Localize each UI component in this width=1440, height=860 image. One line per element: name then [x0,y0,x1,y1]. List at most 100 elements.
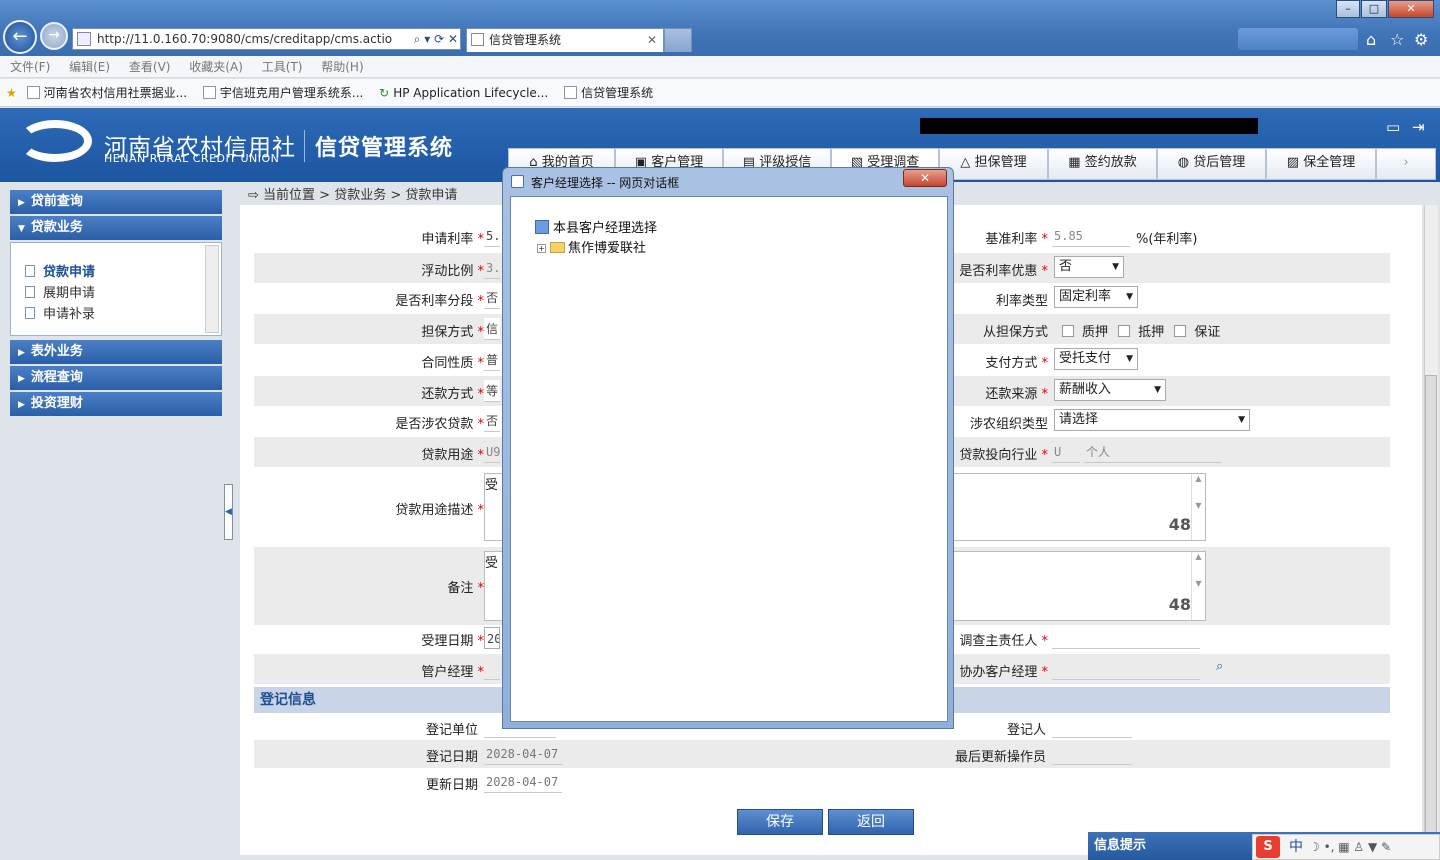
sidebar-section-process[interactable]: ▶ 流程查询 [10,366,222,390]
tab-guarantee[interactable]: △ 担保管理 [939,148,1048,180]
field-label: 贷款投向行业 * [959,448,1048,463]
favorites-star-icon[interactable]: ☆ [1390,30,1404,49]
tab-label: 担保管理 [974,155,1027,170]
purpose-desc-textarea[interactable]: 受 [484,473,504,541]
agri-org-select[interactable]: 请选择 ▼ [1054,409,1250,431]
sidebar-section-loan[interactable]: ▼ 贷款业务 [10,216,222,240]
rate-type-select[interactable]: 固定利率 ▼ [1054,286,1138,308]
favorite-link[interactable]: 宇信班克用户管理系统系... [202,86,363,100]
sidebar-item-supplement[interactable]: 申请补录 [25,303,95,322]
menu-bar: 文件(F) 编辑(E) 查看(V) 收藏夹(A) 工具(T) 帮助(H) [0,56,1440,78]
monitor-icon[interactable]: ▭ [1386,118,1400,136]
purpose-input[interactable]: U9 [484,441,500,463]
page-scrollbar-thumb[interactable] [1425,375,1437,845]
sidebar-section-offbalance[interactable]: ▶ 表外业务 [10,340,222,364]
sidebar-item-loan-apply[interactable]: 贷款申请 [25,261,95,280]
dialog-body: 本县客户经理选择 + 焦作博爱联社 [510,196,948,722]
address-controls[interactable]: ⌕ ▾ ⟳ ✕ [410,29,458,49]
field-label: 受理日期 * [421,634,484,649]
dialog-close-button[interactable]: ✕ [903,169,947,187]
tab-postloan[interactable]: ◍ 贷后管理 [1157,148,1266,180]
sidebar-item-extension[interactable]: 展期申请 [25,282,95,301]
save-button[interactable]: 保存 [737,809,823,835]
sub-guarantee-checkboxes: 质押 抵押 保证 [1056,321,1220,340]
accept-date-input[interactable]: 20 [484,627,500,649]
industry-code-input[interactable]: U [1052,441,1080,463]
textarea-scrollbar[interactable]: ▲ ▼ [1191,474,1205,540]
search-icon[interactable]: ⌕ [1216,659,1223,674]
item-label: 申请补录 [43,307,96,322]
char-count: 48 [1168,595,1191,614]
tab-label: 保全管理 [1303,155,1356,170]
browser-tab-active[interactable]: 信贷管理系统 ✕ [466,28,664,52]
repay-source-select[interactable]: 薪酬收入 ▼ [1054,379,1166,401]
favorite-link[interactable]: 河南省农村信用社票据业... [26,86,187,100]
search-box[interactable] [1238,28,1358,50]
industry-name-input[interactable]: 个人 [1084,441,1222,463]
sidebar-toggle-icon[interactable]: ◀ [224,484,233,540]
pledge-checkbox[interactable] [1062,325,1074,337]
contract-select[interactable]: 普 [484,349,500,371]
expand-icon[interactable]: + [537,244,546,253]
textarea-scrollbar[interactable]: ▲ ▼ [1191,552,1205,620]
agri-select[interactable]: 否 [484,410,500,432]
address-bar[interactable]: http://11.0.160.70:9080/cms/creditapp/cm… [72,28,461,50]
register-date-value: 2028-04-07 [484,743,562,765]
new-tab-button[interactable] [664,28,692,52]
breadcrumb-text: 当前位置 > 贷款业务 > 贷款申请 [263,188,458,203]
back-button[interactable]: 返回 [828,809,914,835]
apply-rate-input[interactable]: 5. [484,225,500,247]
menu-favorites[interactable]: 收藏夹(A) [189,60,243,74]
sidebar-section-invest[interactable]: ▶ 投资理财 [10,392,222,416]
sidebar-section-preloan[interactable]: ▶ 贷前查询 [10,190,222,214]
ime-toolbar[interactable]: 中 ☽ •, ▦ ♙ ▼ ✎ [1252,834,1440,860]
surety-checkbox[interactable] [1174,325,1187,337]
tab-label: 签约放款 [1084,155,1137,170]
textarea-value: 受 [485,478,499,493]
favorite-label: 信贷管理系统 [581,86,654,100]
tree-node[interactable]: + 焦作博爱联社 [537,237,646,256]
favorites-star-icon[interactable]: ★ [6,86,17,100]
sidebar-scrollbar[interactable] [205,245,219,333]
menu-view[interactable]: 查看(V) [129,60,171,74]
menu-help[interactable]: 帮助(H) [321,60,363,74]
remark-textarea[interactable]: 受 [484,551,504,621]
tree-root[interactable]: 本县客户经理选择 [535,217,657,236]
favorite-link[interactable]: ↻ HP Application Lifecycle... [379,86,548,100]
minimize-button[interactable]: – [1336,0,1360,18]
manager-input[interactable] [484,658,500,680]
sogou-ime-icon[interactable]: S [1256,836,1280,858]
tab-close-icon[interactable]: ✕ [647,29,657,51]
guarantee-select[interactable]: 信 [484,318,500,340]
settings-gear-icon[interactable]: ⚙ [1414,30,1428,49]
rate-discount-select[interactable]: 否 ▼ [1054,256,1124,278]
repay-select[interactable]: 等 [484,380,500,402]
ime-mode[interactable]: 中 [1289,839,1303,855]
investigator-input[interactable] [1052,627,1200,649]
float-ratio-input[interactable]: 3. [484,257,500,279]
remark-textarea-tail[interactable]: 48 ▲ ▼ [954,551,1206,621]
purpose-desc-textarea-tail[interactable]: 48 ▲ ▼ [954,473,1206,541]
tab-signing[interactable]: ▦ 签约放款 [1048,148,1157,180]
select-value: 请选择 [1059,412,1099,427]
logout-icon[interactable]: ⇥ [1412,118,1425,136]
field-label: 登记单位 [425,723,478,738]
ime-tools-icon[interactable]: ☽ •, ▦ ♙ ▼ ✎ [1309,840,1391,854]
mortgage-checkbox[interactable] [1118,325,1131,337]
home-icon[interactable]: ⌂ [1366,30,1376,49]
forward-button[interactable]: → [40,22,68,50]
document-icon [25,265,35,277]
co-manager-input[interactable] [1052,658,1200,680]
maximize-button[interactable]: □ [1361,0,1387,18]
rate-segment-select[interactable]: 否 [484,287,500,309]
payment-select[interactable]: 受托支付 ▼ [1054,348,1138,370]
tab-preservation[interactable]: ▨ 保全管理 [1266,148,1376,180]
favorite-link[interactable]: 信贷管理系统 [564,86,653,100]
menu-edit[interactable]: 编辑(E) [69,60,110,74]
menu-tools[interactable]: 工具(T) [262,60,303,74]
menu-file[interactable]: 文件(F) [10,60,50,74]
window-close-button[interactable]: ✕ [1388,0,1434,18]
back-button[interactable]: ← [3,20,37,54]
base-rate-input[interactable]: 5.85 [1052,225,1130,247]
nav-next-icon[interactable]: › [1376,148,1436,180]
